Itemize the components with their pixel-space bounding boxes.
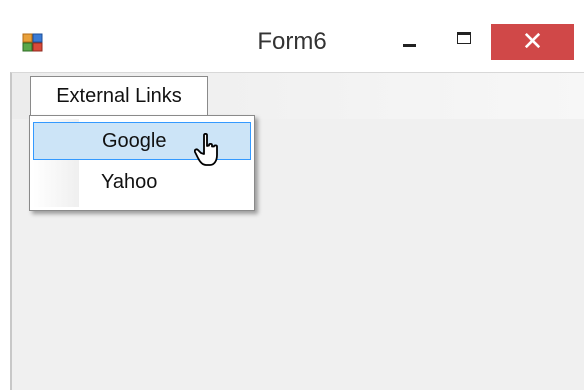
top-edge [0, 0, 584, 14]
minimize-button[interactable] [390, 24, 430, 58]
close-button[interactable]: ✕ [491, 24, 574, 60]
title-bar[interactable]: Form6 ✕ [0, 14, 584, 68]
form-client-area: External Links Google Yahoo [10, 72, 584, 390]
close-icon: ✕ [521, 27, 544, 57]
menu-item-yahoo[interactable]: Yahoo [33, 164, 251, 202]
menu-external-links[interactable]: External Links [30, 76, 208, 116]
menu-item-label: Google [102, 130, 167, 152]
menu-strip: External Links [12, 73, 584, 119]
form-window: Form6 ✕ External Links Google Yahoo [0, 14, 584, 390]
menu-item-label: Yahoo [101, 171, 158, 193]
maximize-button[interactable] [443, 24, 483, 58]
mouse-pointer-icon [194, 133, 218, 166]
